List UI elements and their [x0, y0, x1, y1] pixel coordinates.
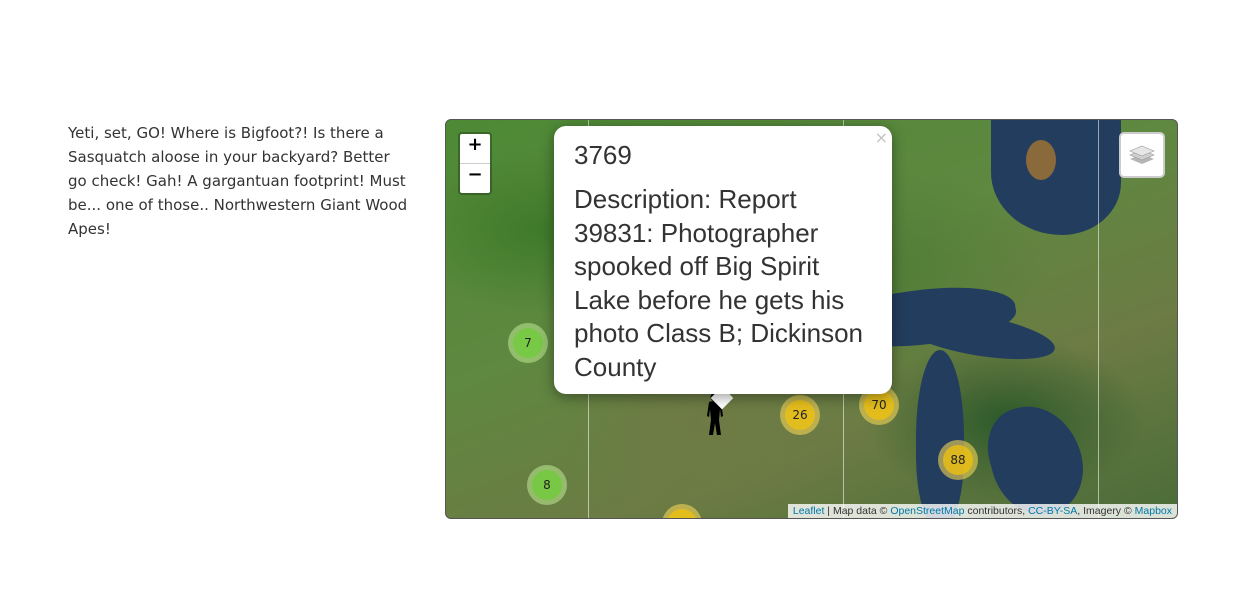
map-attribution: Leaflet | Map data © OpenStreetMap contr… — [787, 504, 1177, 518]
marker-cluster[interactable] — [662, 504, 702, 518]
openstreetmap-link[interactable]: OpenStreetMap — [890, 505, 964, 517]
lake-michigan — [916, 350, 964, 518]
lake-huron — [978, 395, 1094, 518]
cluster-count: 88 — [943, 445, 973, 475]
popup-title: 3769 — [574, 140, 632, 170]
map[interactable]: 7 8 26 70 88 × 3769 Description: Report … — [445, 119, 1178, 519]
lake-nipigon — [1026, 140, 1056, 180]
intro-paragraph: Yeti, set, GO! Where is Bigfoot?! Is the… — [68, 124, 408, 238]
popup-close-button[interactable]: × — [875, 128, 888, 147]
marker-cluster[interactable]: 7 — [508, 323, 548, 363]
marker-cluster[interactable]: 8 — [527, 465, 567, 505]
mapbox-link[interactable]: Mapbox — [1135, 505, 1172, 517]
cluster-count: 26 — [785, 400, 815, 430]
layers-button[interactable] — [1119, 132, 1165, 178]
zoom-in-button[interactable]: + — [460, 134, 490, 163]
marker-cluster[interactable]: 26 — [780, 395, 820, 435]
leaflet-link[interactable]: Leaflet — [793, 505, 825, 517]
popup-content: 3769 Description: Report 39831: Photogra… — [574, 140, 874, 384]
zoom-out-button[interactable]: − — [460, 163, 490, 193]
cluster-count — [667, 509, 697, 518]
attribution-text: contributors, — [964, 505, 1029, 517]
map-popup: × 3769 Description: Report 39831: Photog… — [554, 126, 892, 394]
cluster-count: 8 — [532, 470, 562, 500]
marker-cluster[interactable]: 88 — [938, 440, 978, 480]
cluster-count: 7 — [513, 328, 543, 358]
cluster-count: 70 — [864, 390, 894, 420]
zoom-control: + − — [458, 132, 492, 195]
attribution-text: | Map data © — [824, 505, 891, 517]
layers-icon — [1129, 145, 1155, 164]
tile-seam — [1098, 120, 1099, 518]
popup-description: Description: Report 39831: Photographer … — [574, 184, 864, 382]
license-link[interactable]: CC-BY-SA — [1028, 505, 1077, 517]
attribution-text: , Imagery © — [1077, 505, 1135, 517]
lake-north — [991, 120, 1121, 235]
